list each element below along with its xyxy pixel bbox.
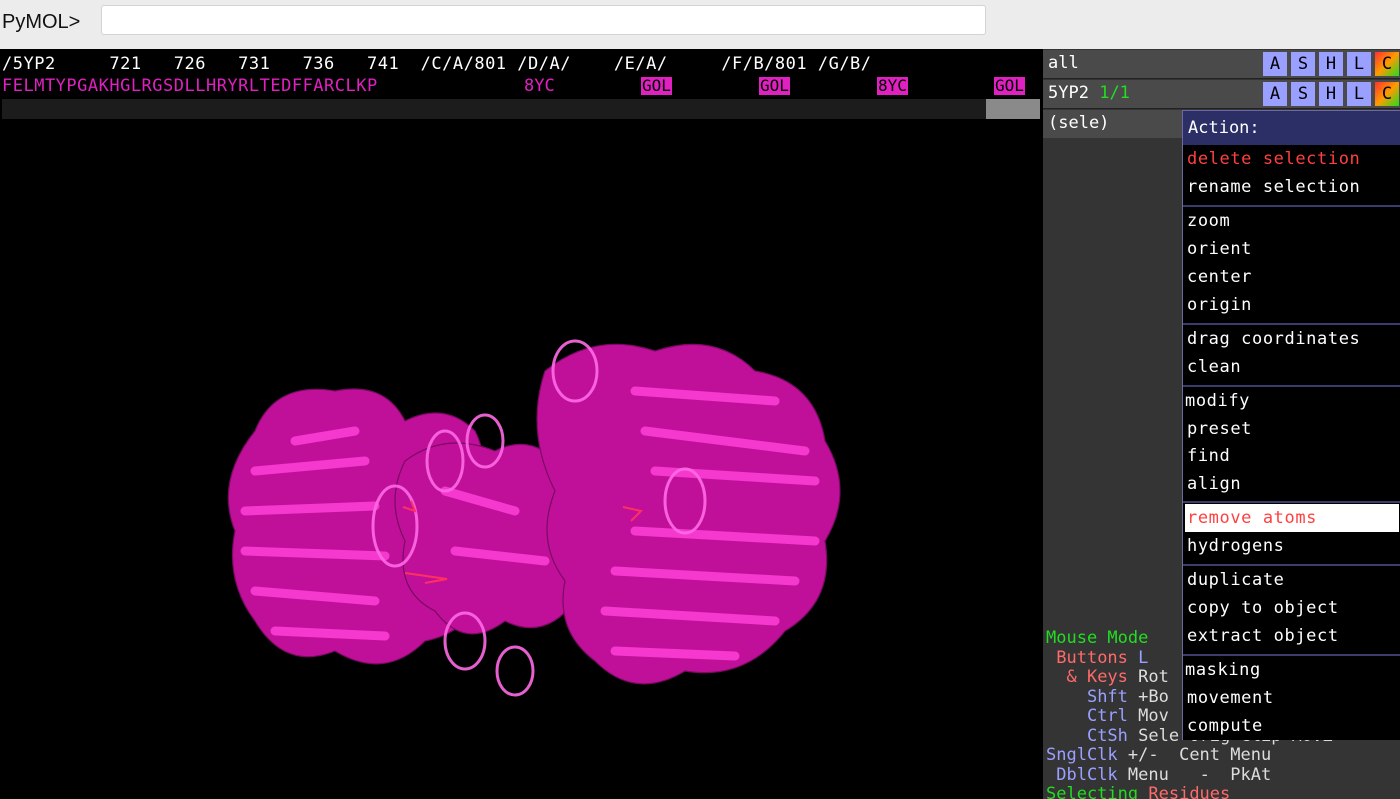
object-name[interactable]: all: [1048, 53, 1079, 73]
mouse-shft-label: Shft: [1086, 686, 1128, 707]
menu-item-drag-coordinates[interactable]: drag coordinates: [1187, 329, 1360, 349]
protein-cartoon: [227, 339, 841, 697]
mouse-dbl-label: DblClk: [1056, 764, 1118, 785]
menu-item-compute[interactable]: compute: [1187, 716, 1263, 736]
menu-title: Action:: [1183, 111, 1400, 145]
mouse-buttons-col: L: [1138, 647, 1149, 668]
mouse-buttons-label: Buttons: [1056, 647, 1128, 668]
selecting-label: Selecting: [1046, 784, 1139, 799]
menu-item-origin[interactable]: origin: [1187, 295, 1252, 315]
show-button[interactable]: S: [1291, 82, 1315, 106]
molecule-viewer[interactable]: /5YP2 721 726 731 736 741 /C/A/801 /D/A/…: [0, 49, 1043, 799]
action-menu: Action: delete selection rename selectio…: [1182, 110, 1400, 740]
object-row-5yp2[interactable]: 5YP2 1/1 A S H L C: [1043, 80, 1400, 109]
hetero-residue[interactable]: GOL: [994, 77, 1025, 95]
hetero-residue[interactable]: 8YC: [877, 77, 908, 95]
menu-item-align[interactable]: align: [1187, 474, 1241, 494]
menu-item-delete-selection[interactable]: delete selection: [1187, 149, 1360, 169]
hetero-residue[interactable]: 8YC: [524, 76, 555, 96]
mouse-sngl-label: SnglClk: [1046, 745, 1118, 765]
action-button[interactable]: A: [1263, 82, 1287, 106]
hetero-residue[interactable]: GOL: [641, 77, 672, 95]
menu-item-find[interactable]: find: [1187, 446, 1230, 466]
mouse-dbl-col: Menu - PkAt: [1127, 764, 1272, 785]
object-name[interactable]: 5YP2 1/1: [1048, 83, 1130, 103]
menu-item-extract-object[interactable]: extract object: [1187, 626, 1339, 646]
menu-item-center[interactable]: center: [1187, 267, 1252, 287]
mouse-ctrl-label: Ctrl: [1086, 706, 1128, 726]
menu-item-clean[interactable]: clean: [1187, 357, 1241, 377]
mouse-ctrl-col: Mov: [1138, 706, 1169, 726]
mouse-shft-col: +Bo: [1138, 686, 1169, 707]
menu-item-hydrogens[interactable]: hydrogens: [1187, 536, 1285, 556]
action-button[interactable]: A: [1263, 52, 1287, 76]
menu-item-rename-selection[interactable]: rename selection: [1187, 177, 1360, 197]
command-prompt-label: PyMOL>: [2, 11, 81, 33]
menu-item-duplicate[interactable]: duplicate: [1187, 570, 1285, 590]
menu-separator: [1183, 654, 1400, 656]
menu-separator: [1183, 501, 1400, 503]
show-button[interactable]: S: [1291, 52, 1315, 76]
hide-button[interactable]: H: [1319, 82, 1343, 106]
menu-item-orient[interactable]: orient: [1187, 239, 1252, 259]
sequence-scroll-thumb[interactable]: [986, 99, 1040, 119]
menu-item-copy-to-object[interactable]: copy to object: [1187, 598, 1339, 618]
menu-item-zoom[interactable]: zoom: [1187, 211, 1230, 231]
menu-item-masking[interactable]: masking: [1185, 660, 1261, 680]
menu-separator: [1183, 323, 1400, 325]
menu-separator: [1183, 205, 1400, 207]
sequence-numbers: /5YP2 721 726 731 736 741 /C/A/801 /D/A/…: [2, 54, 872, 74]
hide-button[interactable]: H: [1319, 52, 1343, 76]
label-button[interactable]: L: [1347, 52, 1371, 76]
menu-item-preset[interactable]: preset: [1187, 419, 1252, 439]
mouse-sngl-col: +/- Cent Menu: [1127, 745, 1272, 765]
menu-separator: [1183, 385, 1400, 387]
sequence-scrollbar[interactable]: [2, 99, 1040, 119]
menu-item-modify[interactable]: modify: [1185, 391, 1250, 411]
selecting-mode[interactable]: Residues: [1148, 784, 1230, 799]
menu-separator: [1183, 564, 1400, 566]
label-button[interactable]: L: [1347, 82, 1371, 106]
selection-name[interactable]: (sele): [1048, 113, 1109, 133]
color-button[interactable]: C: [1375, 52, 1399, 76]
mouse-keys-col: Rot: [1138, 667, 1169, 687]
mouse-keys-label: & Keys: [1066, 667, 1128, 687]
menu-item-movement[interactable]: movement: [1187, 688, 1274, 708]
mouse-mode-title: Mouse Mode: [1046, 628, 1149, 648]
color-button[interactable]: C: [1375, 82, 1399, 106]
mouse-ctsh-label: CtSh: [1086, 725, 1128, 746]
hetero-residue[interactable]: GOL: [759, 77, 790, 95]
menu-item-remove-atoms[interactable]: remove atoms: [1187, 508, 1317, 528]
object-row-all[interactable]: all A S H L C: [1043, 50, 1400, 79]
object-frames: 1/1: [1099, 83, 1130, 103]
command-bar: PyMOL>: [0, 0, 1400, 48]
sequence-residues[interactable]: FELMTYPGAKHGLRGSDLLHRYRLTEDFFARCLKP: [2, 76, 378, 96]
command-input[interactable]: [101, 5, 986, 35]
